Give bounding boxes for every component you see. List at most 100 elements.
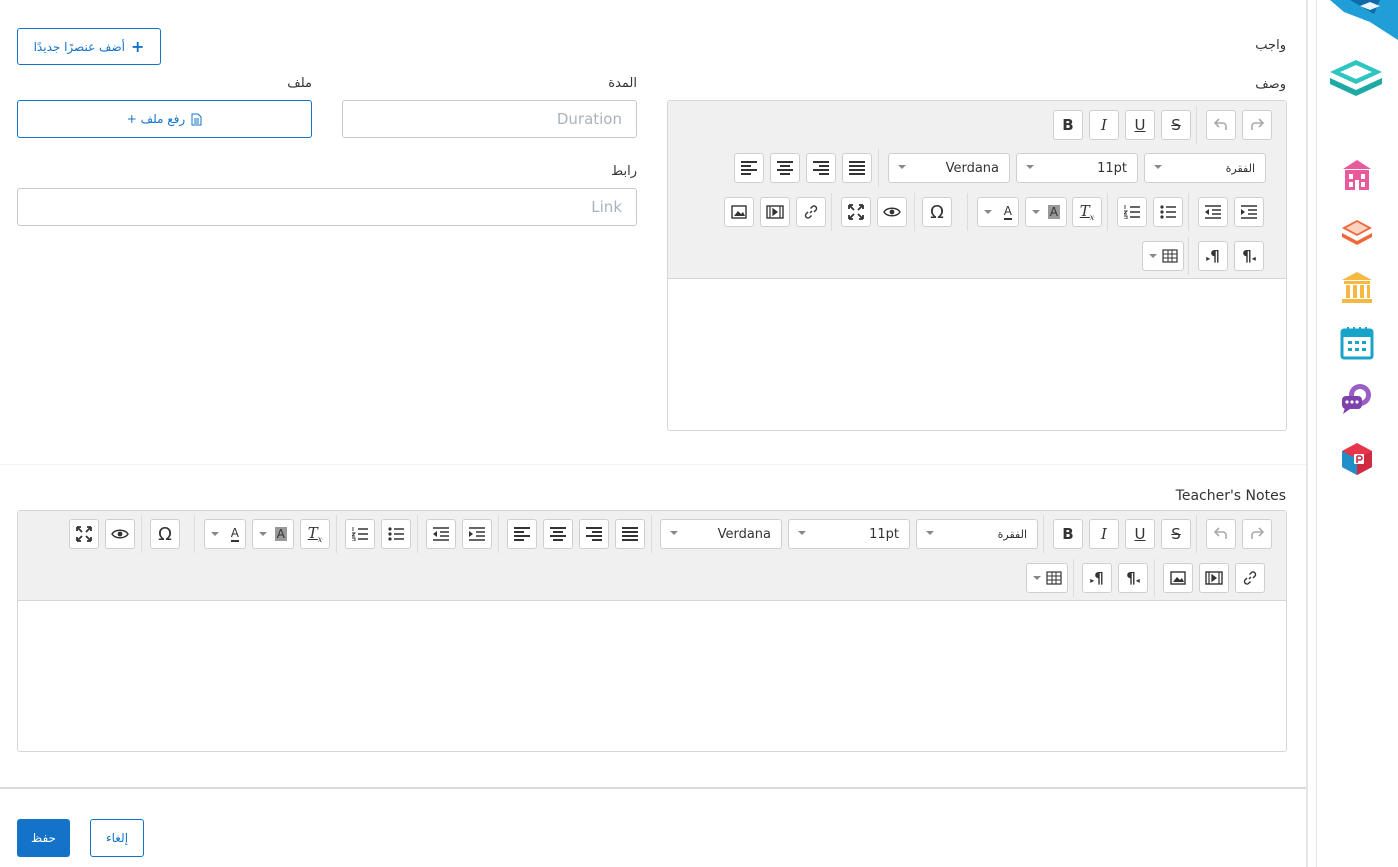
duration-input[interactable]: Duration bbox=[342, 100, 637, 138]
special-char-button[interactable]: Ω bbox=[922, 197, 952, 227]
notes-strikethrough-button[interactable]: S bbox=[1161, 519, 1191, 549]
insert-media-button[interactable] bbox=[760, 197, 790, 227]
upload-file-button[interactable]: + رفع ملف bbox=[17, 100, 312, 138]
numbered-list-button[interactable] bbox=[1117, 197, 1147, 227]
bullet-list-button[interactable] bbox=[1153, 197, 1183, 227]
notes-underline-button[interactable]: U bbox=[1125, 519, 1155, 549]
cancel-button[interactable]: إلغاء bbox=[90, 819, 144, 857]
institution-icon[interactable] bbox=[1340, 270, 1374, 304]
preview-button[interactable] bbox=[877, 197, 907, 227]
notes-redo-button[interactable] bbox=[1242, 519, 1272, 549]
notes-align-justify-button[interactable] bbox=[615, 519, 645, 549]
notes-font-family-select[interactable]: Verdana bbox=[660, 519, 782, 549]
link-input[interactable]: Link bbox=[17, 188, 637, 226]
numbered-list-icon bbox=[352, 527, 368, 541]
underline-label: U bbox=[1134, 116, 1146, 134]
underline-button[interactable]: U bbox=[1125, 110, 1155, 140]
notes-background-color-button[interactable]: A bbox=[252, 519, 294, 549]
clear-format-button[interactable]: Tx bbox=[1072, 197, 1102, 227]
notes-undo-button[interactable] bbox=[1206, 519, 1236, 549]
book-stack-logo-icon[interactable] bbox=[1326, 58, 1388, 100]
undo-button[interactable] bbox=[1206, 110, 1236, 140]
redo-button[interactable] bbox=[1242, 110, 1272, 140]
notes-text-color-button[interactable]: A bbox=[204, 519, 246, 549]
notes-numbered-list-button[interactable] bbox=[345, 519, 375, 549]
add-item-button[interactable]: أضف عنصرًا جديدًا + bbox=[17, 28, 161, 65]
file-label: ملف bbox=[287, 76, 312, 91]
notes-insert-image-button[interactable] bbox=[1163, 563, 1193, 593]
film-icon bbox=[766, 205, 784, 219]
description-editor: S U I B الفقرة 11pt Verdana Tx A A Ω ¶◂ … bbox=[667, 100, 1287, 431]
background-color-icon: A bbox=[274, 527, 287, 541]
bullet-list-icon bbox=[388, 527, 404, 541]
block-format-select[interactable]: الفقرة bbox=[1144, 153, 1266, 183]
omega-icon: Ω bbox=[930, 201, 944, 223]
notes-special-char-button[interactable]: Ω bbox=[150, 519, 180, 549]
calendar-icon[interactable] bbox=[1340, 326, 1374, 360]
teacher-notes-content-area[interactable] bbox=[18, 602, 1286, 751]
align-right-icon bbox=[813, 161, 829, 175]
description-toolbar: S U I B الفقرة 11pt Verdana Tx A A Ω ¶◂ … bbox=[668, 101, 1286, 279]
fullscreen-icon bbox=[76, 526, 92, 542]
save-button[interactable]: حفظ bbox=[17, 819, 70, 857]
eye-icon bbox=[883, 207, 901, 217]
outdent-button[interactable] bbox=[1198, 197, 1228, 227]
notes-outdent-button[interactable] bbox=[426, 519, 456, 549]
sidebar bbox=[1316, 0, 1398, 867]
package-icon[interactable] bbox=[1340, 442, 1374, 476]
align-justify-button[interactable] bbox=[842, 153, 872, 183]
notes-font-size-select[interactable]: 11pt bbox=[788, 519, 910, 549]
notes-indent-button[interactable] bbox=[462, 519, 492, 549]
align-center-button[interactable] bbox=[770, 153, 800, 183]
notes-bullet-list-button[interactable] bbox=[381, 519, 411, 549]
table-icon bbox=[1046, 571, 1062, 585]
main-content: أضف عنصرًا جديدًا + واجب وصف المدة Durat… bbox=[0, 0, 1307, 867]
notes-block-format-select[interactable]: الفقرة bbox=[916, 519, 1038, 549]
italic-button[interactable]: I bbox=[1089, 110, 1119, 140]
font-family-value: Verdana bbox=[717, 526, 771, 542]
strikethrough-button[interactable]: S bbox=[1161, 110, 1191, 140]
background-color-button[interactable]: A bbox=[1025, 197, 1067, 227]
ltr-button[interactable]: ▸¶ bbox=[1198, 241, 1228, 271]
paragraph-rtl-icon: ¶◂ bbox=[1242, 247, 1256, 265]
notes-italic-button[interactable]: I bbox=[1089, 519, 1119, 549]
notes-align-right-button[interactable] bbox=[579, 519, 609, 549]
notes-bold-button[interactable]: B bbox=[1053, 519, 1083, 549]
font-family-select[interactable]: Verdana bbox=[888, 153, 1010, 183]
description-content-area[interactable] bbox=[668, 280, 1286, 430]
notes-align-left-button[interactable] bbox=[507, 519, 537, 549]
indent-icon bbox=[469, 527, 485, 541]
school-building-icon[interactable] bbox=[1340, 158, 1374, 192]
insert-image-button[interactable] bbox=[724, 197, 754, 227]
chat-bubbles-icon[interactable] bbox=[1340, 382, 1374, 416]
notes-table-button[interactable] bbox=[1026, 563, 1068, 593]
notes-fullscreen-button[interactable] bbox=[69, 519, 99, 549]
logo-ribbon-icon bbox=[1330, 0, 1398, 40]
align-right-button[interactable] bbox=[806, 153, 836, 183]
notes-clear-format-button[interactable]: Tx bbox=[300, 519, 330, 549]
notes-rtl-button[interactable]: ¶◂ bbox=[1118, 563, 1148, 593]
italic-label: I bbox=[1101, 116, 1107, 134]
insert-link-button[interactable] bbox=[796, 197, 826, 227]
books-icon[interactable] bbox=[1340, 214, 1374, 248]
cancel-label: إلغاء bbox=[105, 831, 129, 845]
notes-insert-link-button[interactable] bbox=[1235, 563, 1265, 593]
align-left-button[interactable] bbox=[734, 153, 764, 183]
font-size-select[interactable]: 11pt bbox=[1016, 153, 1138, 183]
notes-insert-media-button[interactable] bbox=[1199, 563, 1229, 593]
duration-label: المدة bbox=[608, 76, 637, 91]
fullscreen-button[interactable] bbox=[841, 197, 871, 227]
bold-button[interactable]: B bbox=[1053, 110, 1083, 140]
notes-preview-button[interactable] bbox=[105, 519, 135, 549]
text-color-button[interactable]: A bbox=[977, 197, 1019, 227]
table-icon bbox=[1162, 249, 1178, 263]
font-size-value: 11pt bbox=[1097, 160, 1127, 176]
notes-ltr-button[interactable]: ▸¶ bbox=[1082, 563, 1112, 593]
notes-align-center-button[interactable] bbox=[543, 519, 573, 549]
link-icon bbox=[804, 205, 818, 219]
rtl-button[interactable]: ¶◂ bbox=[1234, 241, 1264, 271]
font-size-value: 11pt bbox=[869, 526, 899, 542]
teacher-notes-toolbar: S U I B الفقرة 11pt Verdana Tx A A Ω ¶◂ … bbox=[18, 511, 1286, 601]
indent-button[interactable] bbox=[1234, 197, 1264, 227]
table-button[interactable] bbox=[1142, 241, 1184, 271]
